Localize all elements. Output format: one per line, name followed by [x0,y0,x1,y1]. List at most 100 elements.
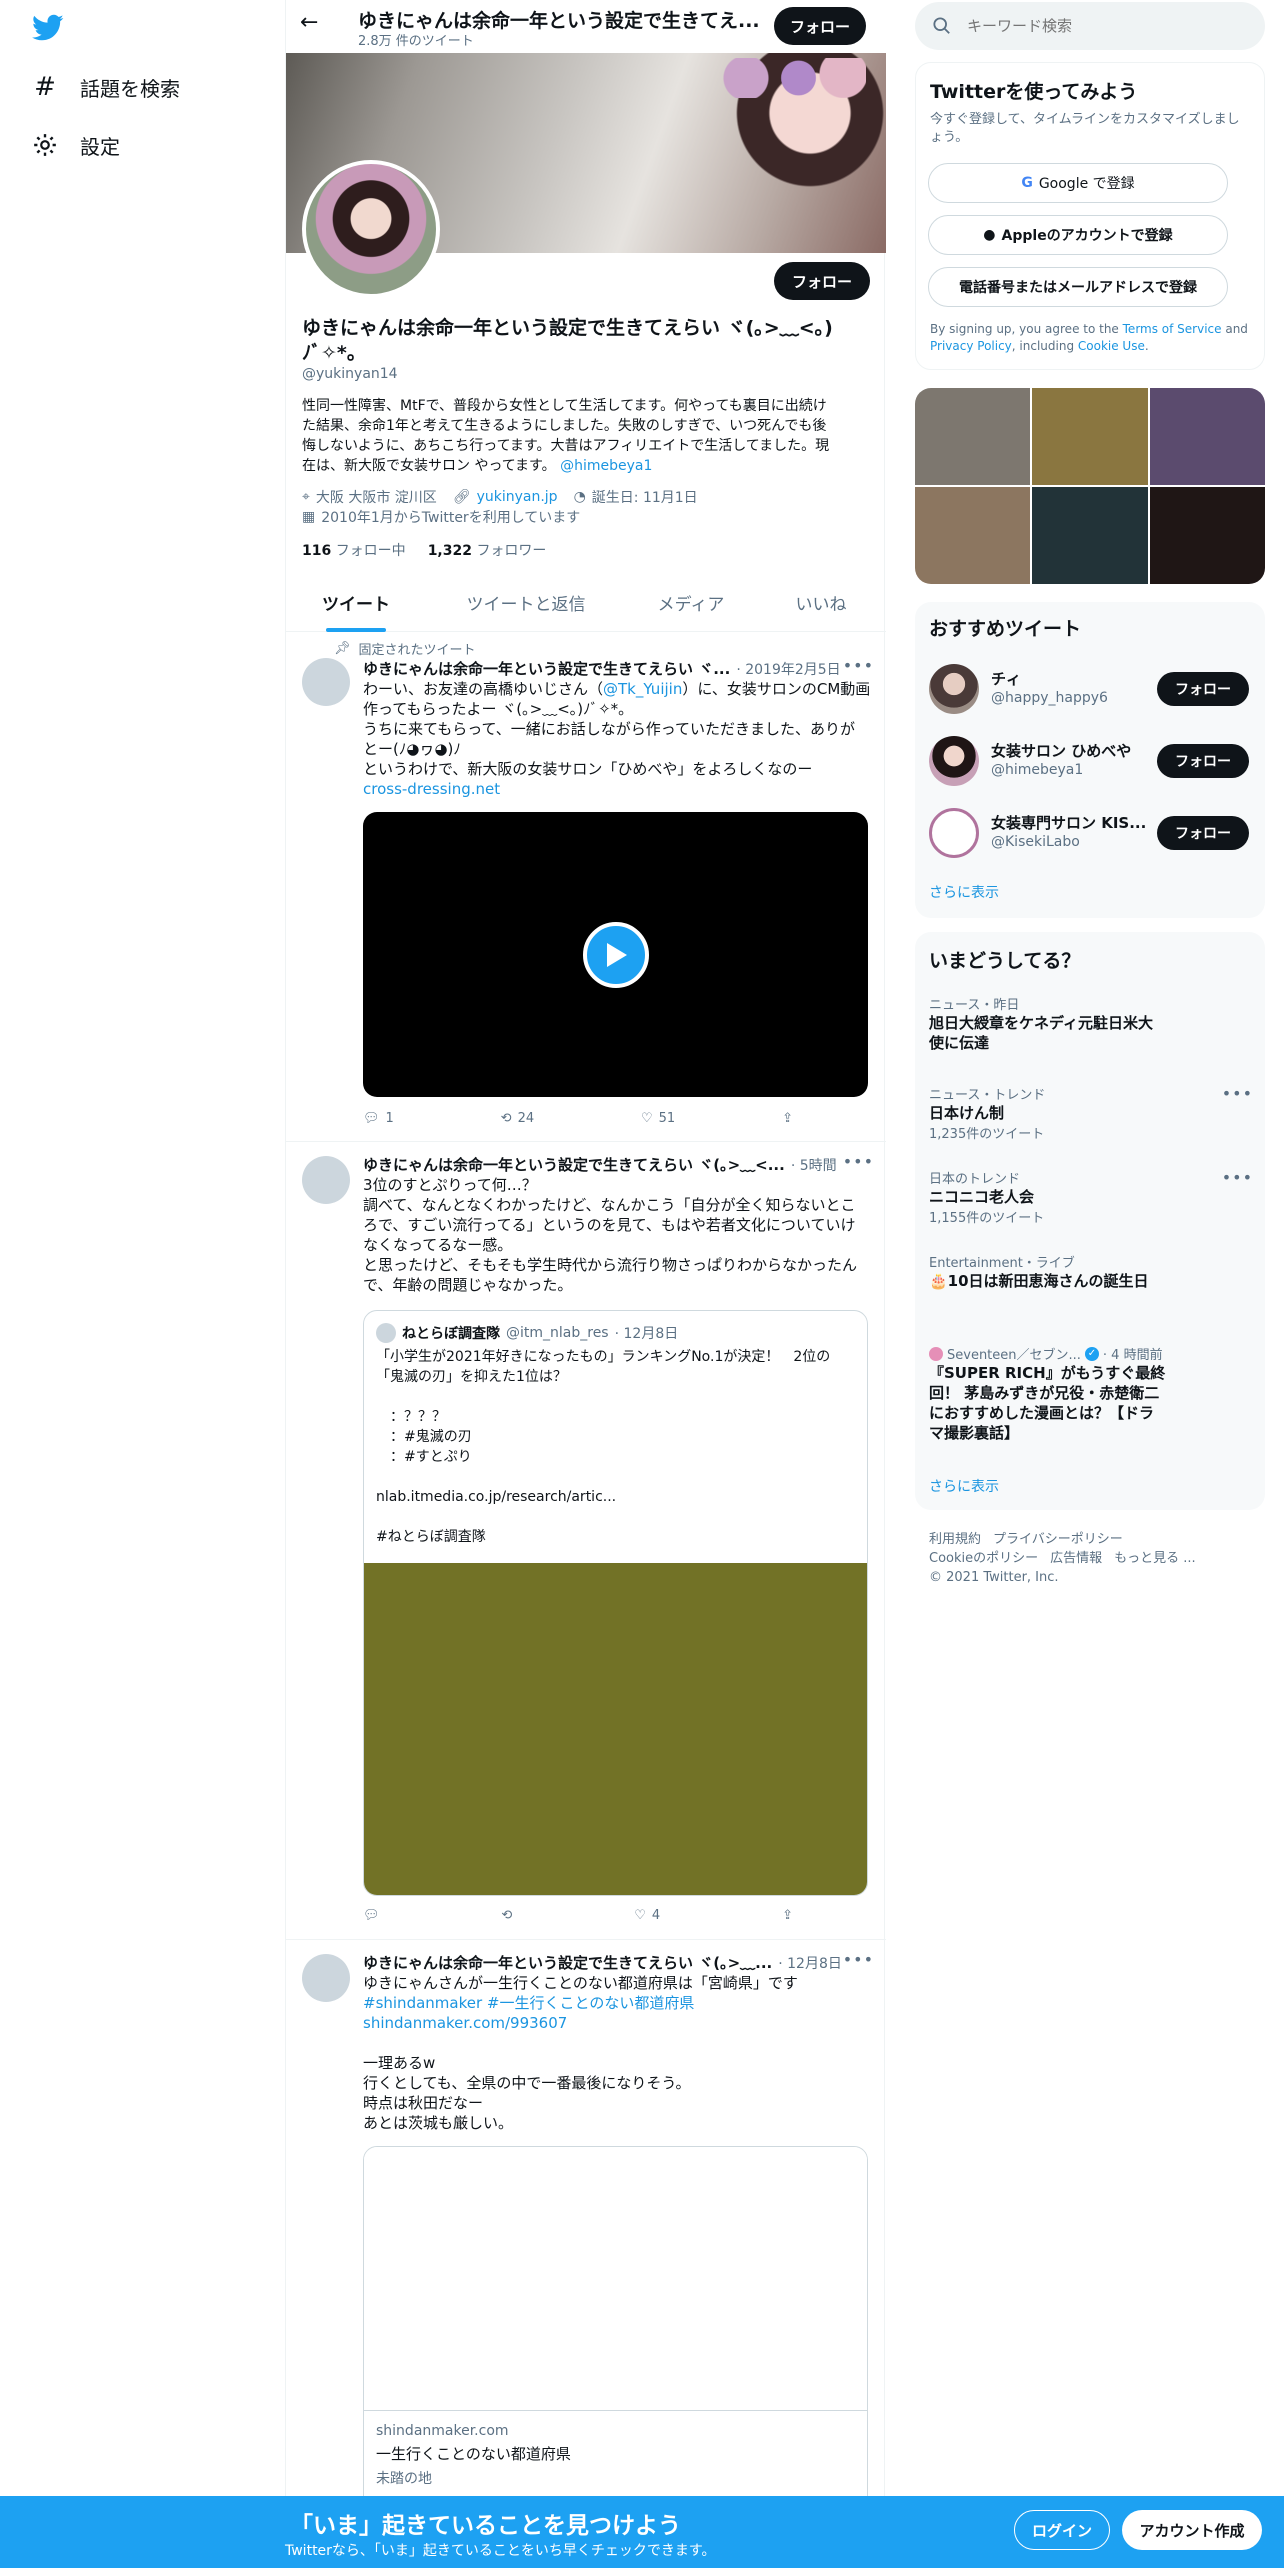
reply-button[interactable]: 💬︎ 1 [363,1111,394,1126]
tweet-time[interactable]: · 12月8日 [778,1953,842,1973]
tab-tweets-replies[interactable]: ツイートと返信 [426,572,626,632]
news-item[interactable]: Seventeen／セブン... ✓ · 4 時間前 『SUPER RICH』が… [929,1344,1249,1443]
like-button[interactable]: ♡ 4 [634,1908,660,1923]
trend-item[interactable]: ニュース・昨日 旭日大綬章をケネディ元駐日米大 使に伝達 [929,994,1249,1053]
login-button[interactable]: ログイン [1014,2510,1110,2550]
tweet-time[interactable]: · 2019年2月5日 [736,659,840,679]
search-input[interactable] [967,17,1237,35]
media-thumb[interactable] [1032,388,1148,485]
terms-link[interactable]: Terms of Service [1123,322,1222,336]
tweet-author[interactable]: ゆきにゃんは余命一年という設定で生きてえらい ヾ... [363,658,730,679]
trend-item[interactable]: ニュース・トレンド 日本けん制 1,235件のツイート [929,1084,1249,1142]
profile-website-link[interactable]: yukinyan.jp [477,489,558,505]
quoted-text-line: 「鬼滅の刃」を抑えた1位は？ [376,1369,567,1385]
footer-link[interactable]: 利用規約 [929,1530,981,1549]
footer-link[interactable]: Cookieのポリシー [929,1549,1038,1568]
twitter-bird-icon[interactable] [32,14,64,42]
tab-likes[interactable]: いいね [756,572,886,632]
trend-item[interactable]: 日本のトレンド ニコニコ老人会 1,155件のツイート [929,1168,1249,1226]
recommended-user[interactable]: チィ @happy_happy6 フォロー [915,654,1265,724]
tweet-author[interactable]: ゆきにゃんは余命一年という設定で生きてえらい ヾ(｡>﹏<... [363,1154,785,1175]
tweet-text-line: ゆきにゃんさんが一生行くことのない都道府県は「宮崎県」です [363,1974,798,1992]
link-card[interactable]: shindanmaker.com 一生行くことのない都道府県 未踏の地 [363,2146,868,2516]
quoted-tweet[interactable]: ねとらぼ調査隊 @itm_nlab_res · 12月8日 「小学生が2021年… [363,1310,868,1896]
card-description: 未踏の地 [376,2471,432,2487]
header-follow-button[interactable]: フォロー [774,7,866,45]
reply-button[interactable]: 💬︎ [363,1908,380,1923]
show-more-link[interactable]: さらに表示 [929,882,999,902]
video-player[interactable] [363,812,868,1097]
footer-link[interactable]: もっと見る ... [1114,1549,1196,1568]
more-icon[interactable]: ••• [843,656,874,675]
phone-signup-button[interactable]: 電話番号またはメールアドレスで登録 [928,267,1228,307]
share-button[interactable]: ⇪ [782,1908,793,1923]
media-thumb[interactable] [1032,487,1148,584]
followers-count: 1,322 [427,543,472,559]
search-bar[interactable] [915,2,1265,50]
more-icon[interactable]: ••• [843,1152,874,1171]
profile-avatar[interactable] [302,160,440,298]
tweet-link[interactable]: cross-dressing.net [363,779,878,799]
more-icon[interactable]: ••• [843,1950,874,1969]
media-thumb[interactable] [915,388,1031,485]
follow-button[interactable]: フォロー [1157,816,1249,850]
apple-signup-button[interactable]: ● Appleのアカウントで登録 [928,215,1228,255]
retweet-button[interactable]: ⟲ [501,1908,512,1923]
bio-mention-link[interactable]: @himebeya1 [560,458,652,474]
google-signup-button[interactable]: G Google で登録 [928,163,1228,203]
signup-button[interactable]: アカウント作成 [1122,2510,1262,2550]
avatar[interactable] [302,1954,350,2002]
tweet[interactable]: ゆきにゃんは余命一年という設定で生きてえらい ヾ(｡>﹏... · 12月8日 … [286,1940,886,2568]
nav-item-settings[interactable]: 設定 [32,128,120,162]
footer-link[interactable]: 広告情報 [1050,1549,1102,1568]
following-link[interactable]: 116 フォロー中 [302,540,406,560]
follow-button[interactable]: フォロー [1157,672,1249,706]
trend-count: 1,155件のツイート [929,1211,1045,1226]
trends-panel: いまどうしてる？ ニュース・昨日 旭日大綬章をケネディ元駐日米大 使に伝達 ニュ… [915,932,1265,1510]
media-thumb[interactable] [915,487,1031,584]
mention-link[interactable]: @Tk_Yuijin [603,680,682,698]
followers-link[interactable]: 1,322 フォロワー [428,540,547,560]
tweet-link[interactable]: shindanmaker.com/993607 [363,2013,878,2033]
media-thumb[interactable] [1149,487,1265,584]
tweet-header: ゆきにゃんは余命一年という設定で生きてえらい ヾ(｡>﹏<... · 5時間 [363,1154,873,1175]
tab-tweets[interactable]: ツイート [286,572,426,632]
tab-media[interactable]: メディア [626,572,756,632]
tweet-pinned[interactable]: 📌︎ 固定されたツイート ゆきにゃんは余命一年という設定で生きてえらい ヾ... … [286,632,886,1142]
tweet-actions: 💬︎ 1 ⟲ 24 ♡ 51 ⇪ [363,1111,793,1126]
tweet-time[interactable]: · 5時間 [791,1155,837,1175]
play-icon[interactable] [583,922,649,988]
trend-item[interactable]: Entertainment・ライブ 🎂10日は新田恵海さんの誕生日 [929,1252,1249,1291]
more-icon[interactable]: ••• [1222,1084,1253,1103]
profile-follow-button[interactable]: フォロー [774,262,870,300]
quoted-image[interactable] [364,1563,867,1895]
cookie-link[interactable]: Cookie Use [1078,339,1145,353]
follow-button[interactable]: フォロー [1157,744,1249,778]
recommended-user[interactable]: 女装専門サロン KIS... @KisekiLabo フォロー [915,798,1265,868]
recommended-user[interactable]: 女装サロン ひめべや @himebeya1 フォロー [915,726,1265,796]
tweet-author[interactable]: ゆきにゃんは余命一年という設定で生きてえらい ヾ(｡>﹏... [363,1952,772,1973]
button-label: フォロー [1175,826,1231,842]
media-thumb[interactable] [1149,388,1265,485]
more-icon[interactable]: ••• [1222,1168,1253,1187]
back-arrow-icon[interactable]: ← [300,10,318,35]
footer-links: 利用規約 プライバシーポリシー Cookieのポリシー 広告情報 もっと見る ... … [929,1530,1259,1587]
share-button[interactable]: ⇪ [782,1111,793,1126]
tweet[interactable]: ゆきにゃんは余命一年という設定で生きてえらい ヾ(｡>﹏<... · 5時間 •… [286,1142,886,1940]
retweet-button[interactable]: ⟲ 24 [501,1111,534,1126]
hashtag-links[interactable]: #shindanmaker #一生行くことのない都道府県 [363,1993,878,2013]
tab-label: メディア [657,594,725,615]
show-more-link[interactable]: さらに表示 [929,1476,999,1496]
privacy-link[interactable]: Privacy Policy [930,339,1012,353]
left-nav: # 話題を検索 設定 [0,0,285,2568]
like-button[interactable]: ♡ 51 [641,1111,675,1126]
card-title: 一生行くことのない都道府県 [376,2445,571,2463]
nav-item-explore[interactable]: # 話題を検索 [32,70,180,104]
bio-line: 悔しないように、あちこち行ってます。大昔はアフィリエイトで生活してました。現 [302,438,830,454]
footer-link[interactable]: プライバシーポリシー [993,1530,1123,1549]
balloon-icon: ◔ [573,489,586,505]
user-handle: @himebeya1 [991,762,1084,778]
avatar[interactable] [302,1156,350,1204]
quoted-text-line: #ねとらぼ調査隊 [376,1529,486,1545]
avatar[interactable] [302,658,350,706]
